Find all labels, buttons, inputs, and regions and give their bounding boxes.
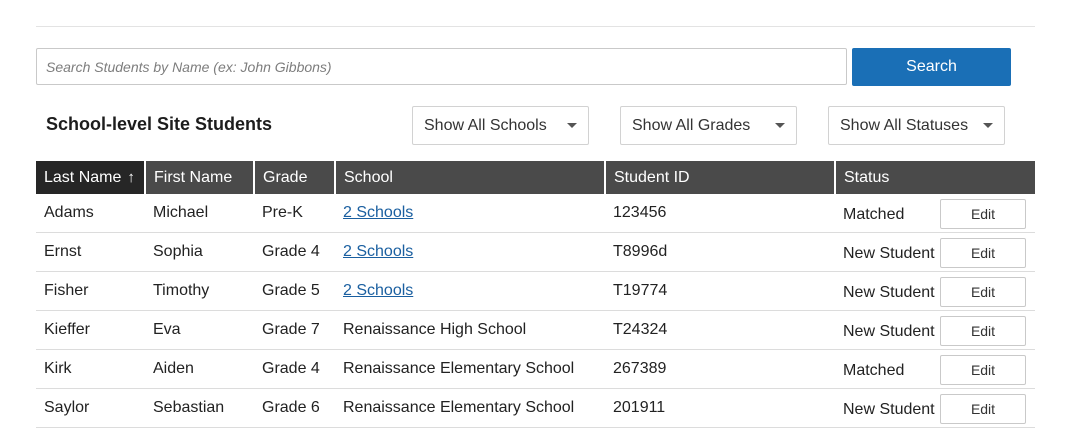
column-header-student-id[interactable]: Student ID [605, 161, 836, 194]
grade-filter-label: Show All Grades [632, 116, 751, 134]
cell-last-name: Adams [36, 194, 145, 233]
cell-school: Renaissance Elementary School [335, 349, 605, 389]
table-row: Kirk Aiden Grade 4 Renaissance Elementary S… [36, 349, 1035, 389]
status-text: New Student [843, 323, 935, 340]
status-text: Matched [843, 362, 905, 379]
cell-student-id: 201911 [605, 388, 835, 428]
cell-first-name: Michael [145, 194, 254, 233]
cell-last-name: Ernst [36, 232, 145, 272]
cell-last-name: Kieffer [36, 310, 145, 350]
cell-last-name: Saylor [36, 388, 145, 428]
column-header-status[interactable]: Status [835, 161, 1035, 194]
school-name: Renaissance Elementary School [343, 360, 575, 377]
cell-status: New Student Edit [835, 388, 1035, 428]
caret-down-icon [775, 123, 785, 128]
column-header-label: Last Name [44, 168, 122, 186]
caret-down-icon [983, 123, 993, 128]
column-header-first-name[interactable]: First Name [145, 161, 255, 194]
column-header-grade[interactable]: Grade [254, 161, 336, 194]
sort-arrow-up-icon: ↑ [127, 168, 135, 186]
cell-first-name: Aiden [145, 349, 254, 389]
search-button[interactable]: Search [852, 48, 1011, 86]
cell-student-id: T8996d [605, 232, 835, 272]
cell-grade: Grade 5 [254, 271, 335, 311]
cell-first-name: Sebastian [145, 388, 254, 428]
column-header-school[interactable]: School [335, 161, 606, 194]
column-header-label: First Name [154, 168, 233, 186]
column-header-label: Student ID [614, 168, 690, 186]
cell-last-name: Kirk [36, 349, 145, 389]
cell-grade: Grade 4 [254, 349, 335, 389]
grade-filter-dropdown[interactable]: Show All Grades [620, 106, 797, 145]
cell-school: 2 Schools [335, 232, 605, 272]
table-row: Kieffer Eva Grade 7 Renaissance High School… [36, 310, 1035, 350]
status-text: New Student [843, 245, 935, 262]
status-text: New Student [843, 401, 935, 418]
cell-school: Renaissance Elementary School [335, 388, 605, 428]
edit-button[interactable]: Edit [940, 394, 1026, 424]
cell-first-name: Eva [145, 310, 254, 350]
column-header-label: School [344, 168, 393, 186]
cell-student-id: 123456 [605, 194, 835, 233]
cell-student-id: T24324 [605, 310, 835, 350]
edit-button[interactable]: Edit [940, 238, 1026, 268]
school-filter-dropdown[interactable]: Show All Schools [412, 106, 589, 145]
edit-button[interactable]: Edit [940, 316, 1026, 346]
school-link[interactable]: 2 Schools [343, 204, 413, 221]
table-row: Fisher Timothy Grade 52 Schools T19774 New S… [36, 271, 1035, 311]
cell-student-id: T19774 [605, 271, 835, 311]
cell-status: New Student Edit [835, 310, 1035, 350]
table-row: Adams Michael Pre-K 2 Schools 123456 Matched E… [36, 194, 1035, 233]
cell-school: 2 Schools [335, 194, 605, 233]
column-header-last-name[interactable]: Last Name ↑ [36, 161, 146, 194]
status-filter-dropdown[interactable]: Show All Statuses [828, 106, 1005, 145]
table-row: Saylor Sebastian Grade 6 Renaissance Elemen… [36, 388, 1035, 428]
school-link[interactable]: 2 Schools [343, 243, 413, 260]
table-header-row: Last Name ↑ First Name Grade School Stude… [36, 161, 1035, 194]
school-name: Renaissance Elementary School [343, 399, 575, 416]
cell-school: 2 Schools [335, 271, 605, 311]
column-header-label: Status [844, 168, 890, 186]
cell-last-name: Fisher [36, 271, 145, 311]
status-text: New Student [843, 284, 935, 301]
cell-grade: Grade 6 [254, 388, 335, 428]
edit-button[interactable]: Edit [940, 199, 1026, 229]
cell-status: New Student Edit [835, 232, 1035, 272]
cell-status: New Student Edit [835, 271, 1035, 311]
table-body: Adams Michael Pre-K 2 Schools 123456 Matched E… [36, 194, 1035, 428]
status-text: Matched [843, 206, 905, 223]
edit-button[interactable]: Edit [940, 355, 1026, 385]
cell-first-name: Sophia [145, 232, 254, 272]
school-name: Renaissance High School [343, 321, 527, 338]
cell-school: Renaissance High School [335, 310, 605, 350]
edit-button[interactable]: Edit [940, 277, 1026, 307]
top-divider [36, 26, 1035, 27]
students-table: Last Name ↑ First Name Grade School Stude… [36, 161, 1035, 428]
cell-student-id: 267389 [605, 349, 835, 389]
cell-status: Matched Edit [835, 349, 1035, 389]
column-header-label: Grade [263, 168, 308, 186]
school-filter-label: Show All Schools [424, 116, 547, 134]
cell-grade: Grade 7 [254, 310, 335, 350]
search-input[interactable] [36, 48, 847, 85]
page-title: School-level Site Students [46, 114, 273, 134]
cell-grade: Grade 4 [254, 232, 335, 272]
caret-down-icon [567, 123, 577, 128]
cell-first-name: Timothy [145, 271, 254, 311]
cell-grade: Pre-K [254, 194, 335, 233]
table-row: Ernst Sophia Grade 42 Schools T8996d New Stu… [36, 232, 1035, 272]
status-filter-label: Show All Statuses [840, 116, 969, 134]
cell-status: Matched Edit [835, 194, 1035, 233]
school-link[interactable]: 2 Schools [343, 282, 413, 299]
